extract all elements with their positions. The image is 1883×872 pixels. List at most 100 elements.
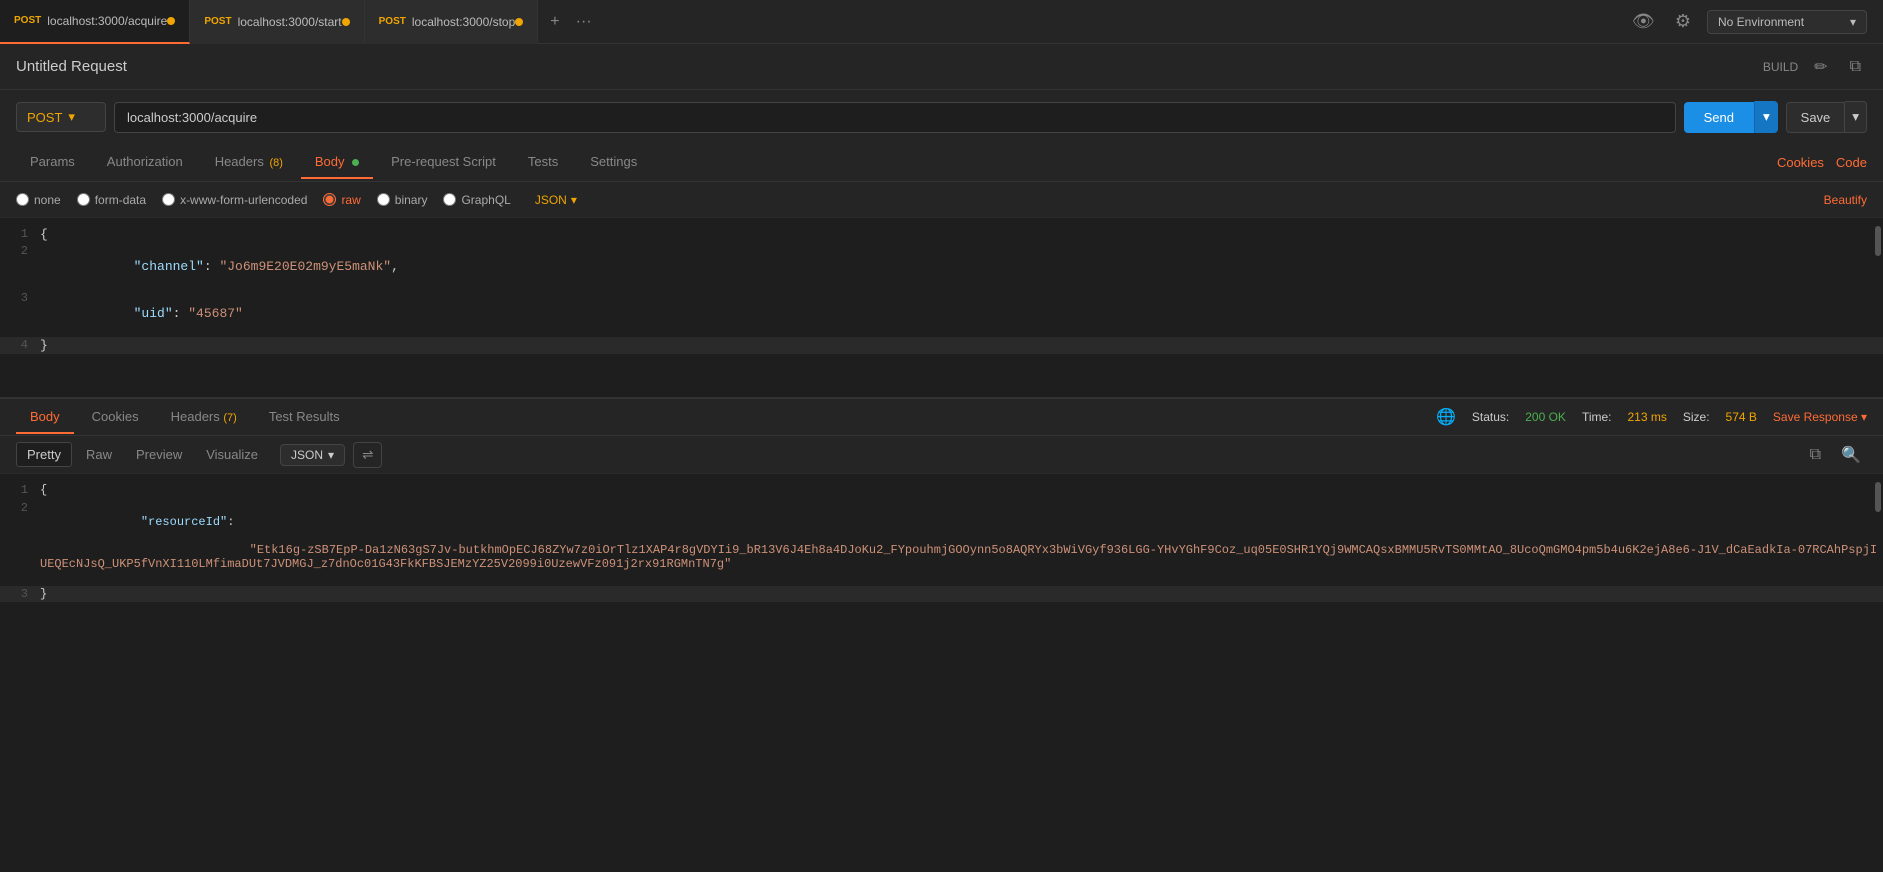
copy-icon-button[interactable]: ⧉ — [1844, 56, 1867, 78]
response-tab-test-results[interactable]: Test Results — [255, 401, 354, 434]
build-btn-group: BUILD ✏ ⧉ — [1763, 55, 1867, 79]
response-tab-headers[interactable]: Headers (7) — [157, 401, 251, 434]
format-tab-preview[interactable]: Preview — [126, 443, 192, 466]
req-line-4: 4 } — [0, 337, 1883, 354]
radio-raw[interactable]: raw — [323, 193, 360, 207]
format-right: ⧉ 🔍 — [1804, 443, 1867, 467]
environment-dropdown[interactable]: No Environment ▾ — [1707, 10, 1867, 34]
status-value: 200 OK — [1525, 410, 1566, 424]
tab-method-stop: POST — [379, 16, 406, 27]
radio-form-data-input[interactable] — [77, 193, 90, 206]
tab-bar: POST localhost:3000/acquire POST localho… — [0, 0, 1883, 44]
method-select[interactable]: POST ▾ — [16, 102, 106, 132]
search-response-button[interactable]: 🔍 — [1835, 443, 1867, 467]
radio-urlencoded-input[interactable] — [162, 193, 175, 206]
format-tab-raw[interactable]: Raw — [76, 443, 122, 466]
tab-dot-start — [342, 18, 350, 26]
radio-graphql[interactable]: GraphQL — [443, 193, 510, 207]
radio-binary[interactable]: binary — [377, 193, 428, 207]
radio-none[interactable]: none — [16, 193, 61, 207]
radio-form-data[interactable]: form-data — [77, 193, 146, 207]
format-tab-visualize[interactable]: Visualize — [196, 443, 268, 466]
tab-acquire[interactable]: POST localhost:3000/acquire — [0, 0, 190, 44]
copy-response-button[interactable]: ⧉ — [1804, 443, 1827, 467]
send-button[interactable]: Send — [1684, 102, 1754, 133]
resp-line-1: 1 { — [0, 482, 1883, 498]
save-dropdown-button[interactable]: ▾ — [1845, 101, 1867, 133]
tab-start[interactable]: POST localhost:3000/start — [190, 0, 364, 44]
req-line-num-1: 1 — [0, 227, 40, 241]
response-meta: 🌐 Status: 200 OK Time: 213 ms Size: 574 … — [1436, 407, 1867, 427]
response-tab-body[interactable]: Body — [16, 401, 74, 434]
size-value: 574 B — [1726, 410, 1757, 424]
send-dropdown-button[interactable]: ▾ — [1754, 101, 1778, 133]
format-tab-pretty[interactable]: Pretty — [16, 442, 72, 467]
req-line-num-2: 2 — [0, 244, 40, 258]
tab-headers[interactable]: Headers (8) — [201, 146, 297, 179]
tab-authorization[interactable]: Authorization — [93, 146, 197, 179]
radio-graphql-input[interactable] — [443, 193, 456, 206]
response-body-editor[interactable]: 1 { 2 "resourceId": "Etk16g-zSB7EpP-Da1z… — [0, 474, 1883, 654]
json-selector[interactable]: JSON ▾ — [535, 193, 577, 207]
radio-binary-input[interactable] — [377, 193, 390, 206]
req-line-content-3: "uid": "45687" — [40, 291, 243, 336]
chevron-down-icon: ▾ — [1850, 15, 1856, 29]
resp-line-num-3: 3 — [0, 587, 40, 601]
cookies-link[interactable]: Cookies — [1777, 155, 1824, 170]
beautify-button[interactable]: Beautify — [1824, 193, 1867, 207]
settings-icon-button[interactable]: ⚙ — [1671, 7, 1695, 36]
req-line-2: 2 "channel": "Jo6m9E20E02m9yE5maNk", — [0, 243, 1883, 290]
beautify-container: Beautify — [1824, 192, 1867, 207]
json-chevron-icon: ▾ — [571, 193, 577, 207]
tab-settings[interactable]: Settings — [576, 146, 651, 179]
resp-line-3: 3 } — [0, 586, 1883, 602]
format-selector[interactable]: JSON ▾ — [280, 444, 345, 466]
resp-editor-scrollbar[interactable] — [1875, 482, 1881, 512]
radio-raw-input[interactable] — [323, 193, 336, 206]
code-link[interactable]: Code — [1836, 155, 1867, 170]
req-editor-scrollbar[interactable] — [1875, 226, 1881, 256]
tab-url-start: localhost:3000/start — [238, 15, 342, 29]
resp-line-num-1: 1 — [0, 483, 40, 497]
save-response-button[interactable]: Save Response ▾ — [1773, 410, 1867, 424]
resp-line-content-2: "resourceId": "Etk16g-zSB7EpP-Da1zN63gS7… — [40, 499, 1883, 585]
url-input[interactable] — [114, 102, 1676, 133]
main-content: Untitled Request BUILD ✏ ⧉ POST ▾ Send ▾… — [0, 44, 1883, 872]
tab-tests[interactable]: Tests — [514, 146, 572, 179]
body-type-bar: none form-data x-www-form-urlencoded raw… — [0, 182, 1883, 218]
url-bar: POST ▾ Send ▾ Save ▾ — [0, 90, 1883, 144]
eye-icon-button[interactable]: 👁 — [1628, 7, 1659, 36]
response-format-bar: Pretty Raw Preview Visualize JSON ▾ ⇌ ⧉ … — [0, 436, 1883, 474]
new-tab-button[interactable]: + — [546, 9, 563, 35]
req-line-content-1: { — [40, 227, 48, 242]
method-chevron-icon: ▾ — [68, 109, 75, 125]
save-btn-group: Save ▾ — [1786, 101, 1867, 133]
tab-url-acquire: localhost:3000/acquire — [47, 14, 167, 28]
tab-body[interactable]: Body — [301, 146, 373, 179]
tab-stop[interactable]: POST localhost:3000/stop — [365, 0, 539, 44]
tab-pre-request[interactable]: Pre-request Script — [377, 146, 510, 179]
response-tab-cookies[interactable]: Cookies — [78, 401, 153, 434]
response-section: Body Cookies Headers (7) Test Results 🌐 … — [0, 398, 1883, 872]
request-body-editor[interactable]: 1 { 2 "channel": "Jo6m9E20E02m9yE5maNk",… — [0, 218, 1883, 398]
edit-icon-button[interactable]: ✏ — [1808, 55, 1833, 79]
tab-actions: + ··· — [546, 9, 595, 35]
build-label[interactable]: BUILD — [1763, 60, 1798, 74]
radio-none-input[interactable] — [16, 193, 29, 206]
radio-urlencoded[interactable]: x-www-form-urlencoded — [162, 193, 307, 207]
body-dot — [352, 159, 359, 166]
tab-method-start: POST — [204, 16, 231, 27]
req-line-3: 3 "uid": "45687" — [0, 290, 1883, 337]
req-line-num-4: 4 — [0, 338, 40, 352]
tab-url-stop: localhost:3000/stop — [412, 15, 515, 29]
wrap-button[interactable]: ⇌ — [353, 442, 382, 468]
resp-line-content-3: } — [40, 587, 47, 601]
env-selector: 👁 ⚙ No Environment ▾ — [1628, 7, 1883, 36]
save-button[interactable]: Save — [1786, 102, 1846, 133]
req-tabs-right: Cookies Code — [1777, 155, 1867, 170]
req-line-num-3: 3 — [0, 291, 40, 305]
tab-params[interactable]: Params — [16, 146, 89, 179]
response-tabs-bar: Body Cookies Headers (7) Test Results 🌐 … — [0, 398, 1883, 436]
more-tabs-button[interactable]: ··· — [572, 9, 596, 35]
resp-line-num-2: 2 — [0, 499, 40, 515]
